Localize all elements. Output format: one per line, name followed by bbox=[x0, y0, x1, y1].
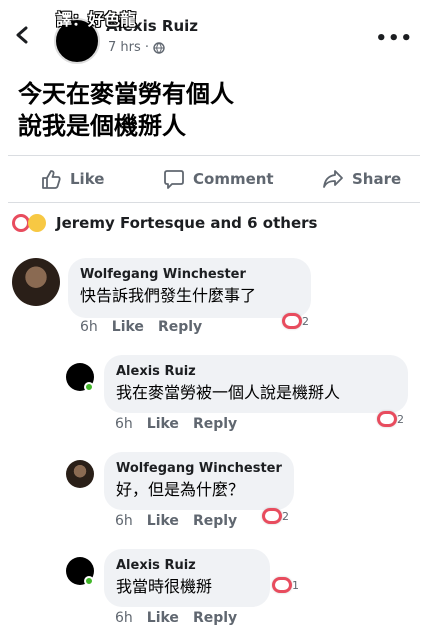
comment-2: Alexis Ruiz 我在麥當勞被一個人說是機掰人 6h Like Reply… bbox=[0, 355, 429, 439]
share-label: Share bbox=[352, 170, 402, 188]
divider-top bbox=[8, 155, 420, 156]
sad-reaction-icon bbox=[28, 214, 46, 232]
post-text-line-1: 今天在麥當勞有個人 bbox=[18, 80, 234, 108]
comment-reply-link[interactable]: Reply bbox=[193, 416, 237, 432]
comment-like-count: 2 bbox=[282, 509, 289, 523]
share-button[interactable]: Share bbox=[322, 168, 401, 190]
heart-icon bbox=[282, 313, 302, 329]
comment-time: 6h bbox=[115, 416, 133, 432]
reactions-summary[interactable]: Jeremy Fortesque and 6 others bbox=[12, 214, 317, 232]
divider-bottom bbox=[8, 202, 420, 203]
comment-time: 6h bbox=[80, 319, 98, 335]
comment-like-count: 2 bbox=[397, 412, 404, 426]
more-options-icon[interactable]: ••• bbox=[375, 28, 413, 49]
comment-reply-link[interactable]: Reply bbox=[193, 513, 237, 529]
like-label: Like bbox=[70, 170, 105, 188]
thumbs-up-icon bbox=[42, 170, 61, 189]
comment-time: 6h bbox=[115, 513, 133, 529]
comment-bubble: Wolfegang Winchester 好，但是為什麼？ bbox=[104, 452, 294, 510]
comment-text: 我在麥當勞被一個人說是機掰人 bbox=[116, 383, 341, 402]
comment-bubble: Wolfegang Winchester 快告訴我們發生什麼事了 bbox=[68, 258, 311, 318]
post-time: 7 hrs · bbox=[108, 40, 150, 55]
post-body: 今天在麥當勞有個人 說我是個機掰人 bbox=[18, 78, 418, 142]
heart-icon bbox=[262, 508, 282, 524]
comment-icon bbox=[164, 170, 184, 189]
share-arrow-icon bbox=[323, 170, 343, 188]
commenter-avatar[interactable] bbox=[12, 258, 60, 306]
comment-button[interactable]: Comment bbox=[163, 168, 274, 190]
translator-watermark: 譯：好色龍 bbox=[56, 10, 137, 29]
comment-bubble: Alexis Ruiz 我在麥當勞被一個人說是機掰人 bbox=[104, 355, 408, 413]
comment-meta: 6h Like Reply bbox=[80, 319, 202, 335]
like-button[interactable]: Like bbox=[40, 168, 104, 190]
comment-bubble: Alexis Ruiz 我當時很機掰 bbox=[104, 549, 270, 607]
comment-reaction-count[interactable]: 2 bbox=[282, 313, 309, 329]
action-bar: Like Comment Share bbox=[0, 162, 429, 198]
comment-text: 我當時很機掰 bbox=[116, 577, 213, 596]
comment-text: 好，但是為什麼？ bbox=[116, 480, 245, 499]
comment-like-link[interactable]: Like bbox=[112, 319, 144, 335]
back-arrow-icon[interactable] bbox=[14, 26, 30, 44]
post-meta: 7 hrs · bbox=[108, 40, 165, 55]
commenter-avatar[interactable] bbox=[66, 460, 94, 488]
comment-reply-link[interactable]: Reply bbox=[158, 319, 202, 335]
heart-icon bbox=[272, 577, 292, 593]
comment-meta: 6h Like Reply bbox=[115, 610, 237, 626]
comment-like-link[interactable]: Like bbox=[147, 610, 179, 626]
comment-1: Wolfegang Winchester 快告訴我們發生什麼事了 6h Like… bbox=[0, 256, 429, 340]
reactions-text: Jeremy Fortesque and 6 others bbox=[56, 214, 318, 232]
comment-reaction-count[interactable]: 1 bbox=[272, 577, 299, 593]
comment-like-count: 2 bbox=[302, 314, 309, 328]
comment-time: 6h bbox=[115, 610, 133, 626]
comment-reaction-count[interactable]: 2 bbox=[377, 411, 404, 427]
online-status-dot bbox=[84, 576, 94, 586]
heart-icon bbox=[377, 411, 397, 427]
comment-reply-link[interactable]: Reply bbox=[193, 610, 237, 626]
comment-like-link[interactable]: Like bbox=[147, 513, 179, 529]
comment-text: 快告訴我們發生什麼事了 bbox=[80, 286, 257, 305]
comment-like-link[interactable]: Like bbox=[147, 416, 179, 432]
comment-label: Comment bbox=[193, 170, 274, 188]
comment-reaction-count[interactable]: 2 bbox=[262, 508, 289, 524]
commenter-name[interactable]: Wolfegang Winchester bbox=[116, 460, 282, 478]
post-text-line-2: 說我是個機掰人 bbox=[18, 112, 186, 140]
comment-meta: 6h Like Reply bbox=[115, 513, 237, 529]
comment-3: Wolfegang Winchester 好，但是為什麼？ 6h Like Re… bbox=[0, 452, 429, 536]
comment-like-count: 1 bbox=[292, 578, 299, 592]
commenter-name[interactable]: Wolfegang Winchester bbox=[80, 266, 299, 284]
comment-meta: 6h Like Reply bbox=[115, 416, 237, 432]
globe-icon bbox=[153, 41, 165, 54]
commenter-name[interactable]: Alexis Ruiz bbox=[116, 557, 258, 575]
online-status-dot bbox=[84, 382, 94, 392]
commenter-name[interactable]: Alexis Ruiz bbox=[116, 363, 396, 381]
comment-4: Alexis Ruiz 我當時很機掰 6h Like Reply 1 bbox=[0, 549, 429, 637]
